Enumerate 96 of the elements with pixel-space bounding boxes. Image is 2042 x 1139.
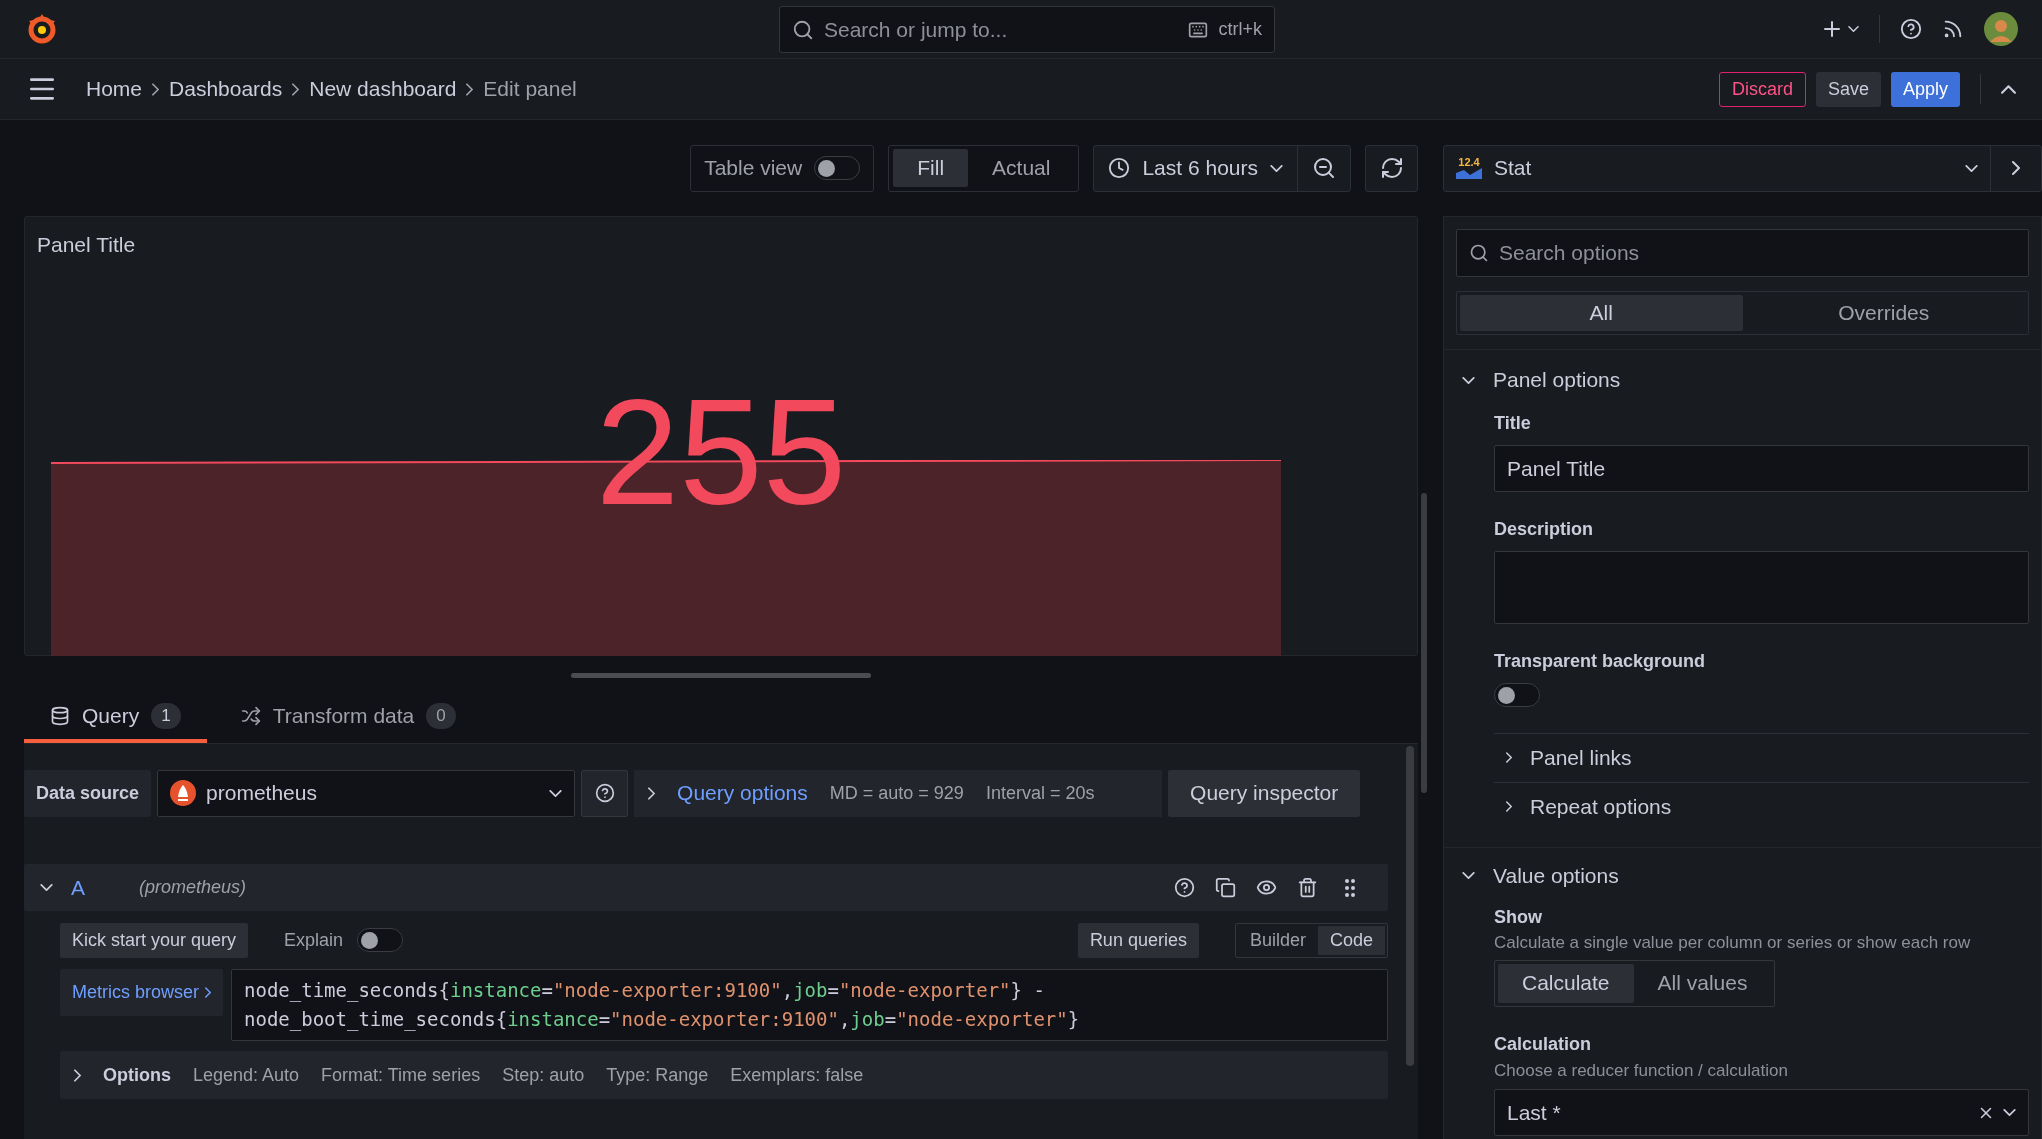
search-icon [792,18,814,41]
field-label: Description [1494,518,1595,541]
code-editor[interactable]: node_time_seconds{instance="node-exporter:9100",job="node-exporter"} - node_boot_time_seconds{instance="node-exporter:9100",job="node-exporter"} [231,969,1388,1041]
max-data-points: MD = auto = 929 [829,781,964,805]
size-mode-tab[interactable]: Fill [893,149,969,187]
help-icon [594,783,615,803]
refresh-icon [1379,156,1404,180]
query-options-link[interactable]: Query options [677,777,808,809]
section-header[interactable]: Panel links [1530,741,1632,774]
size-mode-tab[interactable]: Actual [968,149,1075,187]
count-badge: 1 [151,703,181,729]
options-toggle[interactable]: Options [103,1061,171,1089]
search-field[interactable]: Search or jump to... ctrl+k [779,6,1275,53]
breadcrumb-link[interactable]: Home [86,73,143,105]
query-tab[interactable]: Transform data 0 [214,693,482,743]
option-summary: Exemplars: false [730,1063,864,1087]
field-label: Show [1494,905,1543,929]
collapse-icon[interactable] [2001,84,2016,94]
calculation-select[interactable]: Last * [1494,1089,2029,1136]
option-summary: Step: auto [502,1063,585,1087]
chevron-right-icon [466,82,474,96]
action-button[interactable]: Save [1815,71,1881,107]
database-icon [50,706,70,726]
description-input[interactable] [1494,551,2029,624]
delete-icon[interactable] [1297,877,1318,898]
toggle-switch[interactable] [357,928,404,952]
chevron-right-icon [74,1068,81,1082]
scrollbar[interactable] [1406,746,1414,1066]
chevron-right-icon [205,987,212,998]
resize-handle[interactable] [571,672,871,678]
panel-title: Panel Title [37,232,136,258]
chevron-right-icon [292,82,300,96]
help-icon[interactable] [1174,877,1195,898]
data-source-select[interactable]: prometheus [157,769,576,817]
avatar[interactable] [1984,12,2018,46]
field-description: Calculate a single value per column or series or show each row [1494,931,1972,954]
chevron-down-icon [1462,872,1475,879]
prometheus-icon [170,780,197,806]
scrollbar[interactable] [1421,493,1427,793]
options-search-field[interactable]: Search options [1456,229,2029,277]
field-label: Data source [24,769,152,817]
chevron-right-icon [1506,752,1512,763]
query-inspector-button[interactable]: Query inspector [1168,769,1361,817]
section-header[interactable]: Value options [1493,859,1619,892]
zoom-out-icon[interactable] [1312,156,1336,180]
section-header[interactable]: Repeat options [1530,790,1672,823]
table-view-control[interactable]: Table view [690,144,875,192]
help-button[interactable] [581,769,629,817]
search-icon [1469,243,1489,263]
chevron-down-icon [1270,164,1283,172]
explain-label: Explain [284,928,344,952]
title-input[interactable]: Panel Title [1494,445,2029,492]
chevron-down-icon [40,884,53,891]
action-button[interactable]: Apply [1890,71,1960,107]
metrics-browser-button[interactable]: Metrics browser [60,969,224,1016]
breadcrumb-link[interactable]: Dashboards [169,73,283,105]
refresh-button[interactable] [1365,144,1418,192]
breadcrumb-link[interactable]: New dashboard [309,73,457,105]
query-source: (prometheus) [139,876,247,899]
expand-icon[interactable] [2012,161,2020,175]
clock-icon [1108,157,1131,179]
option-summary: Legend: Auto [193,1063,300,1087]
action-button[interactable]: Discard [1718,71,1806,107]
option-summary: Type: Range [606,1063,709,1087]
shortcut-hint: ctrl+k [1218,18,1262,41]
show-mode-tab[interactable]: Calculate [1498,963,1634,1003]
chevron-down-icon [2003,1109,2016,1116]
help-icon[interactable] [1900,18,1922,40]
chevron-right-icon [648,786,656,800]
chevron-down-icon [1848,26,1859,32]
section-header[interactable]: Panel options [1493,364,1621,396]
copy-icon[interactable] [1215,877,1236,898]
field-label: Title [1494,412,1532,435]
chevron-right-icon [152,82,160,96]
field-label: Calculation [1494,1032,1592,1056]
field-label: Transparent background [1494,650,1707,673]
editor-mode-tab[interactable]: Code [1317,925,1385,955]
toggle-switch[interactable] [1494,683,1540,707]
count-badge: 0 [426,703,456,729]
chevron-down-icon [1462,376,1475,384]
chevron-right-icon [1506,801,1512,812]
option-summary: Format: Time series [321,1063,481,1087]
chevron-down-icon [549,789,563,797]
show-mode-tab[interactable]: All values [1633,963,1772,1003]
options-tab[interactable]: Overrides [1742,295,2025,331]
editor-mode-tab[interactable]: Builder [1237,925,1318,955]
field-description: Choose a reducer function / calculation [1494,1059,1789,1082]
kick-start-button[interactable]: Kick start your query [60,922,249,958]
interval-info: Interval = 20s [985,781,1095,805]
run-queries-button[interactable]: Run queries [1077,922,1199,958]
chevron-down-icon [1965,164,1978,172]
options-tab[interactable]: All [1460,295,1743,331]
feed-icon[interactable] [1942,18,1964,40]
toggle-switch[interactable] [814,156,861,180]
transform-icon [240,706,261,726]
query-ref: A [71,874,86,901]
